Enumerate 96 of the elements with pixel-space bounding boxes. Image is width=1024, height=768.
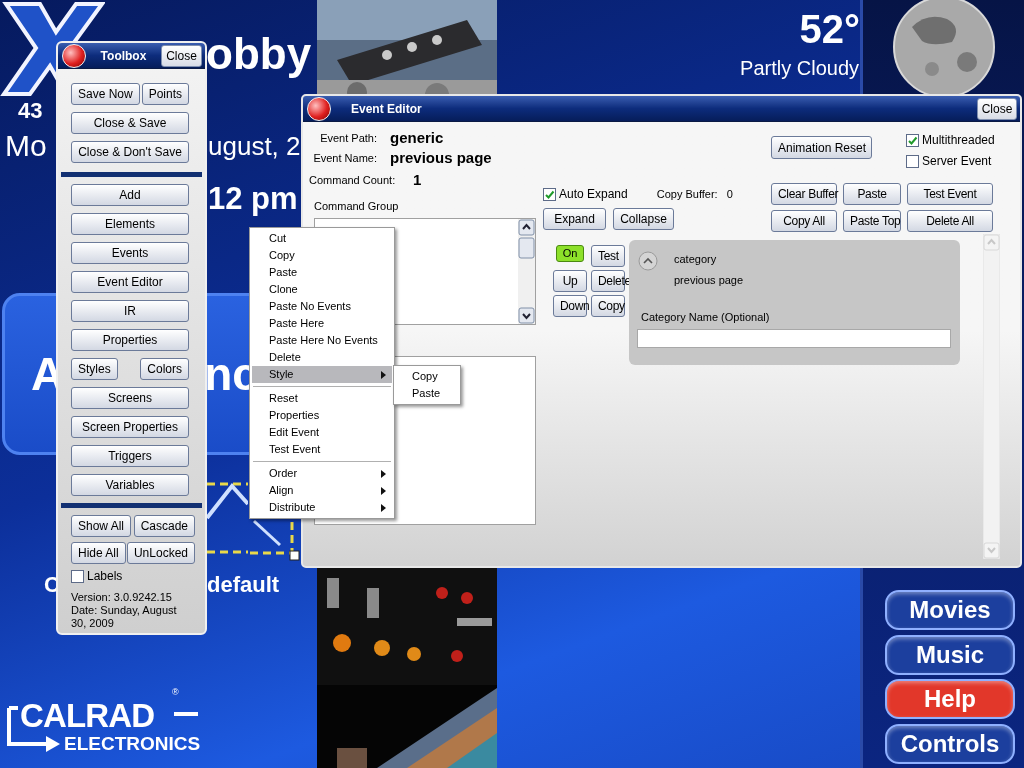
checkbox[interactable] bbox=[543, 187, 556, 201]
window-title: Event Editor bbox=[351, 100, 423, 118]
time-text: 12 pm bbox=[208, 183, 298, 214]
nav-button[interactable]: Help bbox=[885, 679, 1015, 719]
menu-item[interactable]: Reset bbox=[252, 390, 392, 407]
menu-item[interactable]: Clone bbox=[252, 281, 392, 298]
field-value: 0 bbox=[726, 186, 733, 202]
button[interactable]: Collapse bbox=[613, 208, 674, 230]
menu-item[interactable]: Paste No Events bbox=[252, 298, 392, 315]
checkbox-label: Multithreaded bbox=[922, 132, 995, 149]
version-text: Version: 3.0.9242.15 bbox=[70, 591, 173, 604]
button[interactable]: Screen Properties bbox=[71, 416, 189, 438]
checkbox-label: Server Event bbox=[922, 153, 992, 170]
checkbox[interactable] bbox=[906, 133, 919, 147]
button[interactable]: Screens bbox=[71, 387, 189, 409]
field-label: Category Name (Optional) bbox=[641, 310, 771, 325]
button[interactable]: Event Editor bbox=[71, 271, 189, 293]
button[interactable]: Up bbox=[553, 270, 587, 292]
button[interactable]: Close & Save bbox=[71, 112, 189, 134]
menu-item[interactable]: Distribute bbox=[252, 499, 392, 516]
button[interactable]: Paste bbox=[843, 183, 901, 205]
field-value: 1 bbox=[413, 169, 422, 190]
command-type: category bbox=[674, 252, 718, 267]
moon-icon bbox=[892, 0, 996, 97]
menu-item[interactable]: Cut bbox=[252, 230, 392, 247]
nav-button[interactable]: Music bbox=[885, 634, 1015, 675]
button[interactable]: Test Event bbox=[907, 183, 993, 205]
brand-logo: CALRAD ® ELECTRONICS bbox=[6, 686, 206, 754]
button[interactable]: Variables bbox=[71, 474, 189, 496]
menu-item[interactable]: Copy bbox=[394, 368, 460, 385]
close-button[interactable]: Close bbox=[977, 97, 1017, 120]
menu-item[interactable]: Paste Here No Events bbox=[252, 332, 392, 349]
menu-item[interactable]: Paste Here bbox=[252, 315, 392, 332]
button[interactable]: Expand bbox=[543, 208, 606, 230]
button[interactable]: Styles bbox=[71, 358, 118, 380]
button[interactable]: Show All bbox=[71, 515, 132, 537]
toggle-button[interactable]: On bbox=[556, 245, 584, 262]
button[interactable]: Copy All bbox=[771, 210, 837, 232]
button[interactable]: Down bbox=[553, 295, 587, 317]
button[interactable]: Hide All bbox=[71, 542, 126, 564]
button[interactable]: Colors bbox=[140, 358, 189, 380]
collapse-icon[interactable] bbox=[638, 251, 658, 271]
nav-button[interactable]: Movies bbox=[885, 590, 1015, 630]
input-field[interactable] bbox=[637, 328, 951, 348]
button[interactable]: Properties bbox=[71, 329, 189, 351]
window-orb-icon bbox=[307, 96, 331, 121]
menu-item[interactable]: Paste bbox=[252, 264, 392, 281]
button[interactable]: Delete All bbox=[907, 210, 993, 232]
menu-item[interactable]: Copy bbox=[252, 247, 392, 264]
field-label: Event Name: bbox=[312, 150, 377, 166]
button[interactable]: Clear Buffer bbox=[771, 183, 837, 205]
date-text: ugust, 2 bbox=[208, 133, 301, 159]
temperature-text: 52° bbox=[798, 9, 860, 49]
nav-button[interactable]: Controls bbox=[885, 723, 1015, 764]
button[interactable]: UnLocked bbox=[126, 542, 195, 564]
screen-title: obby bbox=[206, 32, 312, 76]
menu-item[interactable]: Delete bbox=[252, 349, 392, 366]
temperature-text: 43 bbox=[18, 100, 43, 122]
button[interactable]: Add bbox=[71, 184, 189, 206]
button[interactable]: Triggers bbox=[71, 445, 189, 467]
section-label: Command Group bbox=[314, 199, 400, 214]
button[interactable]: IR bbox=[71, 300, 189, 322]
button[interactable]: Animation Reset bbox=[771, 136, 872, 159]
date-text: Date: Sunday, August 30, 2009 bbox=[70, 604, 178, 630]
menu-item[interactable]: Paste bbox=[394, 385, 460, 402]
field-value: generic bbox=[390, 127, 444, 148]
button[interactable]: Points bbox=[141, 83, 189, 105]
menu-item[interactable]: Test Event bbox=[252, 441, 392, 458]
button[interactable]: Paste Top bbox=[843, 210, 901, 232]
button[interactable]: Cascade bbox=[133, 515, 195, 537]
window-orb-icon bbox=[62, 43, 86, 68]
button[interactable]: Events bbox=[71, 242, 189, 264]
command-name: previous page bbox=[674, 273, 744, 288]
field-label: Command Count: bbox=[309, 172, 397, 188]
field-value: previous page bbox=[390, 147, 492, 168]
button[interactable]: Copy bbox=[591, 295, 625, 317]
field-label: Copy Buffer: bbox=[656, 186, 718, 202]
window-title: Toolbox bbox=[99, 47, 148, 65]
date-text: Mo bbox=[5, 131, 47, 161]
menu-item[interactable]: Edit Event bbox=[252, 424, 392, 441]
close-button[interactable]: Close bbox=[161, 44, 202, 67]
checkbox-label: Auto Expand bbox=[559, 186, 628, 203]
menu-item[interactable]: Align bbox=[252, 482, 392, 499]
menu-item[interactable]: Style bbox=[252, 366, 392, 383]
checkbox-label: Labels bbox=[87, 568, 123, 585]
button[interactable]: Elements bbox=[71, 213, 189, 235]
checkbox[interactable] bbox=[71, 569, 84, 583]
caption-text: default bbox=[207, 574, 280, 596]
menu-item[interactable]: Properties bbox=[252, 407, 392, 424]
button[interactable]: Close & Don't Save bbox=[71, 141, 189, 163]
menu-item[interactable]: Order bbox=[252, 465, 392, 482]
field-label: Event Path: bbox=[319, 130, 377, 146]
button[interactable]: Save Now bbox=[71, 83, 140, 105]
checkbox[interactable] bbox=[906, 154, 919, 168]
weather-condition: Partly Cloudy bbox=[739, 58, 859, 78]
button[interactable]: Test bbox=[591, 245, 625, 267]
